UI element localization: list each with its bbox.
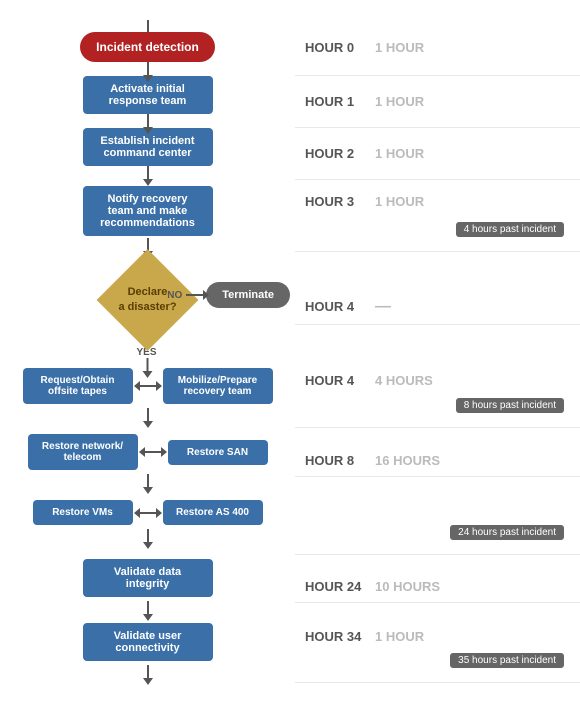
row-establish-command: Establish incident command center HOUR 2… (0, 128, 580, 180)
duration-8: 10 HOURS (375, 579, 440, 594)
flow-restore-network: Restore network/ telecom Restore SAN (0, 428, 295, 494)
hour-label-8: HOUR 24 (305, 579, 375, 594)
restore-vms-node: Restore VMs (33, 500, 133, 525)
hour-label-3: HOUR 3 (305, 194, 375, 209)
flow-establish-command: Establish incident command center (0, 128, 295, 180)
flow-validate-data: Validate data integrity (0, 555, 295, 619)
duration-7 (375, 502, 379, 517)
row-mobilize: Request/Obtain offsite tapes Mobilize/Pr… (0, 362, 580, 428)
badge-4hr: 4 hours past incident (456, 222, 564, 237)
notify-recovery-node: Notify recovery team and make recommenda… (83, 186, 213, 236)
time-row-3: HOUR 3 1 HOUR 4 hours past incident (295, 180, 580, 252)
badge-35hr: 35 hours past incident (450, 653, 564, 668)
duration-1: 1 HOUR (375, 94, 424, 109)
duration-6: 16 HOURS (375, 453, 440, 468)
validate-data-node: Validate data integrity (83, 559, 213, 597)
time-row-0: HOUR 0 1 HOUR (295, 20, 580, 76)
row-validate-user: Validate user connectivity HOUR 34 1 HOU… (0, 619, 580, 683)
badge-24hr: 24 hours past incident (450, 525, 564, 540)
dual-arrow-network (144, 451, 162, 453)
duration-2: 1 HOUR (375, 146, 424, 161)
time-row-9: HOUR 34 1 HOUR 35 hours past incident (295, 619, 580, 683)
duration-0: 1 HOUR (375, 40, 424, 55)
hour-label-7 (305, 502, 375, 517)
dual-arrow-vms (139, 512, 157, 514)
restore-network-node: Restore network/ telecom (28, 434, 138, 470)
time-row-8: HOUR 24 10 HOURS (295, 571, 580, 603)
time-row-5: HOUR 4 4 HOURS 8 hours past incident (295, 362, 580, 428)
hour-label-1: HOUR 1 (305, 94, 375, 109)
no-label: NO (167, 290, 182, 301)
dash-4: — (375, 298, 391, 316)
time-row-4: HOUR 4 — (295, 290, 580, 325)
row-validate-data: Validate data integrity HOUR 24 10 HOURS (0, 555, 580, 619)
badge-8hr: 8 hours past incident (456, 398, 564, 413)
duration-5: 4 HOURS (375, 373, 433, 388)
time-row-2: HOUR 2 1 HOUR (295, 128, 580, 180)
time-row-6: HOUR 8 16 HOURS (295, 445, 580, 477)
time-row-7: 24 hours past incident (295, 494, 580, 555)
time-row-1: HOUR 1 1 HOUR (295, 76, 580, 128)
mobilize-team-node: Mobilize/Prepare recovery team (163, 368, 273, 404)
restore-san-node: Restore SAN (168, 440, 268, 465)
row-incident-detection: Incident detection HOUR 0 1 HOUR (0, 20, 580, 76)
hour-label-2: HOUR 2 (305, 146, 375, 161)
terminate-node: Terminate (206, 282, 290, 308)
row-restore-vms: Restore VMs Restore AS 400 24 hours past… (0, 494, 580, 555)
flow-declare-disaster: Declarea disaster? YES NO Terminate (0, 252, 295, 362)
restore-as400-node: Restore AS 400 (163, 500, 263, 525)
hour-label-9: HOUR 34 (305, 629, 375, 644)
hour-label-5: HOUR 4 (305, 373, 375, 388)
duration-9: 1 HOUR (375, 629, 424, 644)
hour-label-0: HOUR 0 (305, 40, 375, 55)
row-declare-disaster: Declarea disaster? YES NO Terminate (0, 252, 580, 362)
hour-label-4: HOUR 4 (305, 299, 375, 314)
row-restore-network: Restore network/ telecom Restore SAN HOU… (0, 428, 580, 494)
flow-validate-user: Validate user connectivity (0, 619, 295, 683)
dual-arrow-mobilize (139, 385, 157, 387)
duration-3: 1 HOUR (375, 194, 424, 209)
row-activate-team: Activate initial response team HOUR 1 1 … (0, 76, 580, 128)
row-notify-recovery: Notify recovery team and make recommenda… (0, 180, 580, 252)
incident-detection-node: Incident detection (80, 32, 215, 62)
validate-user-node: Validate user connectivity (83, 623, 213, 661)
flow-restore-vms: Restore VMs Restore AS 400 (0, 494, 295, 555)
flow-activate-team: Activate initial response team (0, 76, 295, 128)
flow-notify-recovery: Notify recovery team and make recommenda… (0, 180, 295, 252)
flowchart-container: Incident detection HOUR 0 1 HOUR Activat… (0, 0, 580, 703)
flow-incident-detection: Incident detection (0, 20, 295, 76)
hour-label-6: HOUR 8 (305, 453, 375, 468)
request-tapes-node: Request/Obtain offsite tapes (23, 368, 133, 404)
